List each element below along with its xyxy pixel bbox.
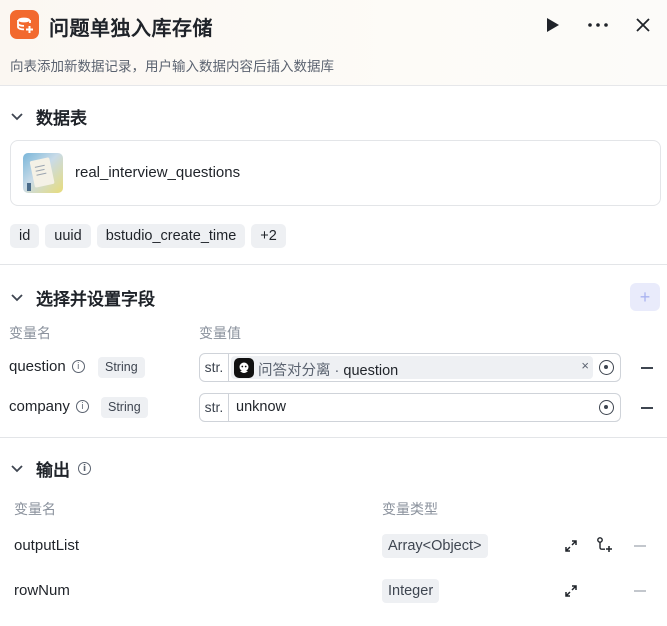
close-button[interactable] <box>632 14 654 36</box>
field-chip: bstudio_create_time <box>96 224 246 248</box>
field-type-tag: String <box>101 397 148 418</box>
node-description: 向表添加新数据记录，用户输入数据内容后插入数据库 <box>10 59 334 74</box>
node-avatar-icon <box>234 358 254 378</box>
output-section-title: 输出 <box>36 461 70 480</box>
divider <box>0 437 667 438</box>
remove-output-button[interactable] <box>634 590 646 592</box>
chevron-down-icon <box>10 110 24 124</box>
run-button[interactable] <box>542 14 564 36</box>
output-type-tag: Integer <box>382 579 440 603</box>
output-section-toggle[interactable]: 输出 i <box>10 456 91 481</box>
field-chip: uuid <box>45 224 91 248</box>
add-field-button[interactable]: + <box>630 283 660 311</box>
field-value-text[interactable]: unknow <box>236 399 286 415</box>
add-subfield-icon[interactable] <box>596 536 614 554</box>
type-prefix[interactable]: str. <box>200 354 229 381</box>
expand-icon[interactable] <box>562 537 580 555</box>
node-title[interactable]: 问题单独入库存储 <box>49 12 213 41</box>
type-prefix[interactable]: str. <box>200 394 229 421</box>
column-header-value: 变量值 <box>199 325 241 341</box>
info-icon[interactable]: i <box>71 360 85 373</box>
chevron-down-icon <box>10 462 24 476</box>
field-row-label: question i <box>9 358 85 375</box>
close-icon <box>636 18 650 32</box>
table-section-toggle[interactable]: 数据表 <box>10 104 87 129</box>
info-icon[interactable]: i <box>75 400 89 413</box>
column-header-name: 变量名 <box>14 501 56 517</box>
fields-section-title: 选择并设置字段 <box>36 290 155 309</box>
variable-picker-icon[interactable] <box>599 360 614 375</box>
field-name: question <box>9 358 66 375</box>
column-header-name: 变量名 <box>9 325 51 341</box>
divider <box>0 264 667 265</box>
variable-picker-icon[interactable] <box>599 400 614 415</box>
field-row-label: company i <box>9 398 89 415</box>
field-type-tag: String <box>98 357 145 378</box>
info-icon[interactable]: i <box>78 462 91 475</box>
table-thumbnail <box>23 153 63 193</box>
more-button[interactable] <box>587 14 609 36</box>
output-name: outputList <box>14 537 80 554</box>
fields-section-toggle[interactable]: 选择并设置字段 <box>10 285 155 310</box>
more-fields-chip[interactable]: +2 <box>251 224 286 248</box>
table-field-chips: id uuid bstudio_create_time +2 <box>10 224 286 248</box>
field-value-input[interactable]: str. unknow <box>199 393 621 422</box>
output-type-tag: Array<Object> <box>382 534 488 558</box>
remove-output-button[interactable] <box>634 545 646 547</box>
database-add-icon <box>10 10 39 39</box>
table-name: real_interview_questions <box>75 164 241 181</box>
remove-field-button[interactable] <box>641 407 653 409</box>
output-name: rowNum <box>14 582 70 599</box>
expand-icon[interactable] <box>562 582 580 600</box>
remove-field-button[interactable] <box>641 367 653 369</box>
more-icon <box>588 23 608 27</box>
table-card[interactable]: real_interview_questions <box>10 140 661 206</box>
field-value-input[interactable]: str. 问答对分离 · question × <box>199 353 621 382</box>
reference-label: 问答对分离 · question <box>258 363 399 379</box>
chevron-down-icon <box>10 291 24 305</box>
clear-reference-button[interactable]: × <box>581 358 589 373</box>
column-header-type: 变量类型 <box>382 501 438 517</box>
field-name: company <box>9 398 70 415</box>
table-section-title: 数据表 <box>36 109 87 128</box>
variable-reference[interactable]: 问答对分离 · question × <box>231 356 593 379</box>
node-header: 问题单独入库存储 向表添加新数据记录，用户输入数据内容后插入数据库 <box>0 0 667 86</box>
play-icon <box>547 18 559 32</box>
field-chip: id <box>10 224 40 248</box>
